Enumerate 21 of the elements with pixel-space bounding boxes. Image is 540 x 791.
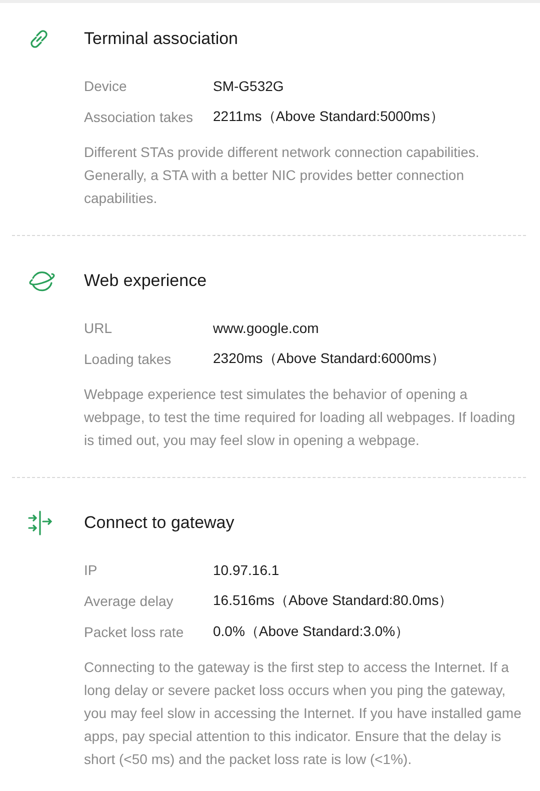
field-label: Device — [84, 78, 128, 94]
field-label: Average delay — [84, 592, 174, 608]
section-title: Connect to gateway — [84, 513, 234, 533]
field-value: SM-G532G — [213, 78, 284, 94]
field-label: IP — [84, 562, 98, 578]
section-title: Web experience — [84, 271, 207, 291]
section-description: Webpage experience test simulates the behavior of opening a webpage, to test the time required for loading all webpages. If loading is timed out, you may feel slow in opening a webpage. — [84, 385, 516, 450]
field-value: 2211ms（Above Standard:5000ms） — [213, 108, 444, 126]
gateway-icon — [26, 510, 54, 536]
field-value: 10.97.16.1 — [213, 562, 280, 578]
field-label: Packet loss rate — [84, 624, 185, 640]
field-value: www.google.com — [213, 320, 319, 336]
field-label: URL — [84, 320, 114, 336]
field-value: 2320ms（Above Standard:6000ms） — [213, 350, 445, 368]
field-label: Association takes — [84, 108, 194, 124]
section-description: Different STAs provide different network connection capabilities. Generally, a STA with a better NIC provides better connection capabilities. — [84, 143, 480, 208]
section-description: Connecting to the gateway is the first step to access the Internet. If a long delay or severe packet loss occurs when you ping the gateway, you may feel slow in accessing the Internet. If you have installed game apps, pay special attention to this indicator. Ensure that the delay is short (<50 ms) and the packet loss rate is low (<1%). — [84, 658, 522, 769]
field-value: 16.516ms（Above Standard:80.0ms） — [213, 592, 453, 610]
section-title: Terminal association — [84, 29, 238, 49]
field-label: Loading takes — [84, 350, 172, 366]
field-value: 0.0%（Above Standard:3.0%） — [213, 622, 410, 640]
